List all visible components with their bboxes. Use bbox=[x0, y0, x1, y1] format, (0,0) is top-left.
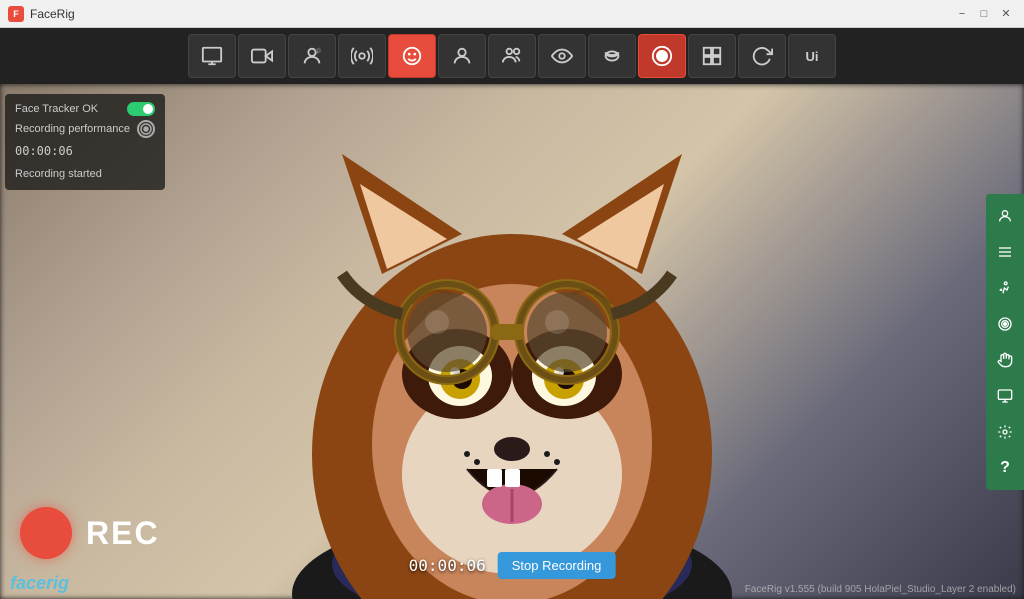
toolbar-refresh-button[interactable] bbox=[738, 34, 786, 78]
toolbar-users-button[interactable] bbox=[488, 34, 536, 78]
rec-indicator: REC bbox=[20, 507, 160, 559]
toolbar-avatar-button[interactable]: i bbox=[288, 34, 336, 78]
toolbar-face-button[interactable] bbox=[388, 34, 436, 78]
left-panel: Face Tracker OK Recording performance 00… bbox=[5, 94, 165, 190]
timer-row: 00:00:06 bbox=[15, 142, 155, 160]
window-controls: − □ ✕ bbox=[952, 5, 1016, 23]
toolbar-mouth-button[interactable] bbox=[588, 34, 636, 78]
right-run-button[interactable] bbox=[989, 272, 1021, 304]
version-text: FaceRig v1.555 (build 905 HolaPiel_Studi… bbox=[745, 584, 1016, 595]
close-button[interactable]: ✕ bbox=[996, 5, 1016, 23]
logo-text: facerig bbox=[10, 573, 69, 594]
recording-timer: 00:00:06 bbox=[409, 556, 486, 575]
rec-label: REC bbox=[86, 515, 160, 552]
right-hand-button[interactable] bbox=[989, 344, 1021, 376]
right-target-button[interactable] bbox=[989, 308, 1021, 340]
toolbar: i bbox=[0, 28, 1024, 84]
rec-dot bbox=[20, 507, 72, 559]
toolbar-record-button[interactable] bbox=[638, 34, 686, 78]
right-person-button[interactable] bbox=[989, 200, 1021, 232]
right-screen-button[interactable] bbox=[989, 380, 1021, 412]
face-tracker-row: Face Tracker OK bbox=[15, 102, 155, 116]
app-icon: F bbox=[8, 6, 24, 22]
toolbar-camera-button[interactable] bbox=[238, 34, 286, 78]
facerig-logo: facerig bbox=[10, 573, 69, 594]
recording-performance-label: Recording performance bbox=[15, 123, 130, 135]
face-tracker-toggle[interactable] bbox=[127, 102, 155, 116]
performance-icon[interactable] bbox=[137, 120, 155, 138]
minimize-button[interactable]: − bbox=[952, 5, 972, 23]
toolbar-display-button[interactable] bbox=[688, 34, 736, 78]
toolbar-ui-button[interactable]: Ui bbox=[788, 34, 836, 78]
recording-started-label: Recording started bbox=[15, 168, 102, 180]
right-help-button[interactable]: ? bbox=[989, 452, 1021, 484]
toolbar-scene-button[interactable] bbox=[188, 34, 236, 78]
recording-performance-row: Recording performance bbox=[15, 120, 155, 138]
toolbar-audio-button[interactable] bbox=[338, 34, 386, 78]
right-list-button[interactable] bbox=[989, 236, 1021, 268]
toolbar-user-button[interactable] bbox=[438, 34, 486, 78]
recording-started-row: Recording started bbox=[15, 164, 155, 182]
titlebar: F FaceRig − □ ✕ bbox=[0, 0, 1024, 28]
bottom-bar: 00:00:06 Stop Recording bbox=[409, 552, 616, 579]
fox-avatar: ✦ ✦ ✦ ✦ ✦ ✦ ✦ bbox=[162, 84, 862, 599]
face-tracker-label: Face Tracker OK bbox=[15, 103, 98, 115]
panel-timer: 00:00:06 bbox=[15, 144, 73, 158]
toolbar-eye-button[interactable] bbox=[538, 34, 586, 78]
right-panel: ? bbox=[986, 194, 1024, 490]
stop-recording-button[interactable]: Stop Recording bbox=[498, 552, 616, 579]
maximize-button[interactable]: □ bbox=[974, 5, 994, 23]
right-gear-button[interactable] bbox=[989, 416, 1021, 448]
titlebar-left: F FaceRig bbox=[8, 6, 75, 22]
main-viewport: ✦ ✦ ✦ ✦ ✦ ✦ ✦ bbox=[0, 84, 1024, 599]
app-title: FaceRig bbox=[30, 7, 75, 21]
